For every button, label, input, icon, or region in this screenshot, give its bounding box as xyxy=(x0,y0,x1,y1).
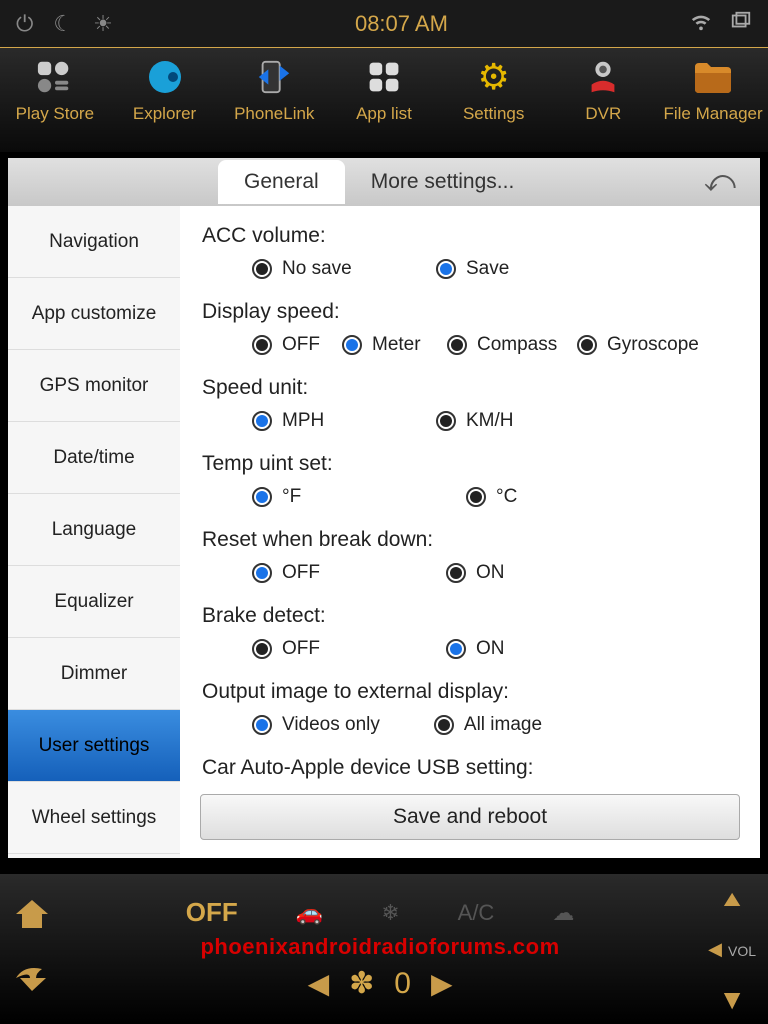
group-brake-detect: Brake detect: OFF ON xyxy=(202,604,738,660)
explorer-icon xyxy=(144,56,186,98)
dock-settings[interactable]: ⚙ Settings xyxy=(444,56,544,124)
watermark: phoenixandroidradioforums.com xyxy=(200,934,559,960)
opt-videos-only[interactable]: Videos only xyxy=(252,714,380,736)
status-bar: ⏻ ☾ ☀ 08:07 AM xyxy=(0,0,768,48)
group-display-speed: Display speed: OFF Meter Compass Gyrosco… xyxy=(202,300,738,356)
fan-level: 0 xyxy=(394,967,411,1001)
dock: Play Store Explorer PhoneLink App list ⚙… xyxy=(0,48,768,152)
climate-off[interactable]: OFF xyxy=(186,897,238,928)
defrost-rear-icon[interactable]: ☁ xyxy=(552,900,574,926)
tab-more[interactable]: More settings... xyxy=(345,160,541,204)
opt-speed-meter[interactable]: Meter xyxy=(342,334,437,356)
dock-explorer[interactable]: Explorer xyxy=(115,56,215,124)
opt-all-image[interactable]: All image xyxy=(434,714,554,736)
opt-mph[interactable]: MPH xyxy=(252,410,372,432)
settings-panel: General More settings... ⤺ Navigation Ap… xyxy=(8,158,760,858)
sidebar-wheel-settings[interactable]: Wheel settings xyxy=(8,782,180,854)
windows-icon[interactable] xyxy=(730,10,752,38)
dock-dvr[interactable]: DVR xyxy=(553,56,653,124)
group-temp-unit: Temp uint set: °F °C xyxy=(202,452,738,508)
wifi-icon[interactable] xyxy=(690,10,712,38)
group-speed-unit: Speed unit: MPH KM/H xyxy=(202,376,738,432)
sidebar-gps-monitor[interactable]: GPS monitor xyxy=(8,350,180,422)
back-icon[interactable]: ⤺ xyxy=(704,165,736,199)
opt-acc-nosave[interactable]: No save xyxy=(252,258,372,280)
bottom-bar: OFF 🚗 ❄ A/C ☁ phoenixandroidradioforums.… xyxy=(0,874,768,1024)
opt-celsius[interactable]: °C xyxy=(466,486,586,508)
dock-playstore[interactable]: Play Store xyxy=(5,56,105,124)
sidebar-app-customize[interactable]: App customize xyxy=(8,278,180,350)
group-reset-break: Reset when break down: OFF ON xyxy=(202,528,738,584)
fan-icon: ✽ xyxy=(349,966,374,1001)
dvr-icon xyxy=(582,56,624,98)
opt-kmh[interactable]: KM/H xyxy=(436,410,556,432)
settings-icon: ⚙ xyxy=(473,56,515,98)
defrost-front-icon[interactable]: ❄ xyxy=(381,900,399,926)
opt-acc-save[interactable]: Save xyxy=(436,258,556,280)
ac-label[interactable]: A/C xyxy=(458,900,495,926)
home-icon[interactable] xyxy=(12,898,52,939)
clock: 08:07 AM xyxy=(355,11,448,37)
sidebar-dimmer[interactable]: Dimmer xyxy=(8,638,180,710)
dock-applist[interactable]: App list xyxy=(334,56,434,124)
power-icon[interactable]: ⏻ xyxy=(16,11,33,37)
opt-speed-gyro[interactable]: Gyroscope xyxy=(577,334,699,356)
tab-general[interactable]: General xyxy=(218,160,345,204)
group-output-image: Output image to external display: Videos… xyxy=(202,680,738,736)
recirculate-icon[interactable]: 🚗 xyxy=(296,900,323,926)
sidebar-language[interactable]: Language xyxy=(8,494,180,566)
opt-speed-off[interactable]: OFF xyxy=(252,334,332,356)
group-car-auto: Car Auto-Apple device USB setting: xyxy=(202,756,738,780)
settings-content: ACC volume: No save Save Display speed: … xyxy=(180,206,760,858)
opt-reset-off[interactable]: OFF xyxy=(252,562,372,584)
opt-speed-compass[interactable]: Compass xyxy=(447,334,567,356)
phonelink-icon xyxy=(253,56,295,98)
settings-sidebar: Navigation App customize GPS monitor Dat… xyxy=(8,206,180,858)
vol-down-icon[interactable]: ▼ xyxy=(718,984,746,1016)
vol-up-icon[interactable]: ▲ xyxy=(718,886,746,912)
sidebar-date-time[interactable]: Date/time xyxy=(8,422,180,494)
sidebar-navigation[interactable]: Navigation xyxy=(8,206,180,278)
sidebar-user-settings[interactable]: User settings xyxy=(8,710,180,782)
dock-filemanager[interactable]: File Manager xyxy=(663,56,763,124)
fan-up-icon[interactable]: ▶ xyxy=(431,967,453,1000)
fan-control: ◀ ✽ 0 ▶ xyxy=(308,966,453,1001)
opt-reset-on[interactable]: ON xyxy=(446,562,566,584)
applist-icon xyxy=(363,56,405,98)
climate-row: OFF 🚗 ❄ A/C ☁ xyxy=(186,897,575,928)
opt-brake-off[interactable]: OFF xyxy=(252,638,372,660)
back-nav-icon[interactable] xyxy=(12,963,52,1000)
vol-mute-icon[interactable]: ◀ xyxy=(708,939,722,960)
fan-down-icon[interactable]: ◀ xyxy=(308,967,330,1000)
brightness-icon[interactable]: ☀ xyxy=(93,11,113,37)
vol-label: VOL xyxy=(728,943,756,959)
folder-icon xyxy=(692,56,734,98)
opt-fahrenheit[interactable]: °F xyxy=(252,486,372,508)
playstore-icon xyxy=(34,56,76,98)
dock-phonelink[interactable]: PhoneLink xyxy=(224,56,324,124)
save-reboot-button[interactable]: Save and reboot xyxy=(200,794,740,840)
sidebar-equalizer[interactable]: Equalizer xyxy=(8,566,180,638)
opt-brake-on[interactable]: ON xyxy=(446,638,566,660)
tabs: General More settings... ⤺ xyxy=(8,158,760,206)
moon-icon[interactable]: ☾ xyxy=(53,11,73,37)
group-acc-volume: ACC volume: No save Save xyxy=(202,224,738,280)
